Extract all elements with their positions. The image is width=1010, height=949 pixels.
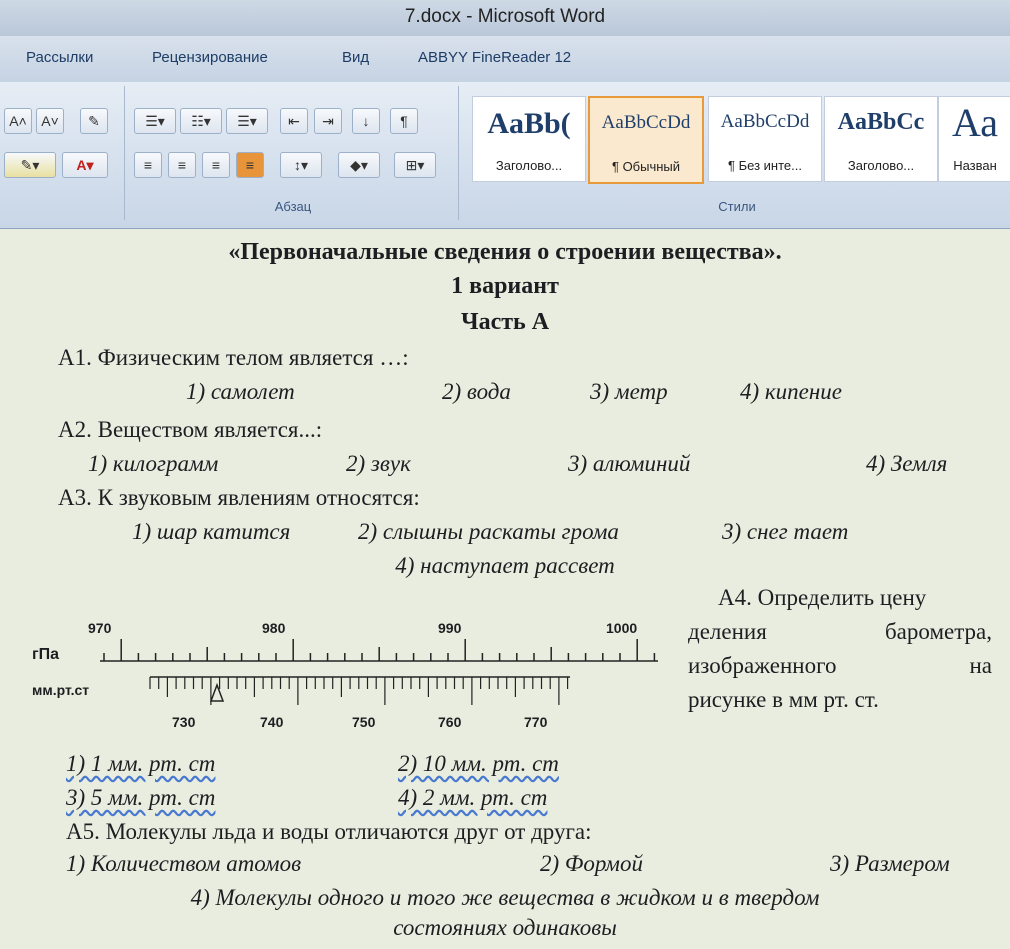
top-scale-label: 990 bbox=[438, 620, 462, 636]
shrink-font-icon[interactable]: A˅ bbox=[36, 108, 64, 134]
bottom-scale-label: 770 bbox=[524, 714, 548, 730]
top-unit-label: гПа bbox=[32, 646, 59, 663]
paragraph-group-label: Абзац bbox=[274, 199, 312, 214]
align-center-icon[interactable]: ≡ bbox=[168, 152, 196, 178]
bottom-scale-label: 760 bbox=[438, 714, 462, 730]
font-group: A˄ A˅ ✎ ✎▾ A▾ bbox=[0, 86, 125, 220]
bottom-scale-label: 740 bbox=[260, 714, 284, 730]
top-scale-label: 1000 bbox=[606, 620, 637, 636]
a5-option-1: 1) Количеством атомов bbox=[66, 851, 302, 876]
question-a1: А1. Физическим телом является …: bbox=[58, 345, 409, 370]
a4-option-2: 2) 10 мм. рт. ст bbox=[398, 751, 559, 776]
a4-option-4: 4) 2 мм. рт. ст bbox=[398, 785, 548, 810]
paragraph-group: ☰▾ ☷▾ ☰▾ ⇤ ⇥ ↓ ¶ ≡ ≡ ≡ ≡ ↕▾ ◆▾ ⊞▾ Абзац bbox=[128, 86, 459, 220]
pointer-arrow-icon bbox=[209, 682, 225, 702]
question-a4-line-2: деления барометра, bbox=[688, 619, 992, 644]
increase-indent-icon[interactable]: ⇥ bbox=[314, 108, 342, 134]
a3-option-2: 2) слышны раскаты грома bbox=[358, 519, 619, 544]
top-scale-label: 980 bbox=[262, 620, 286, 636]
tab-view[interactable]: Вид bbox=[342, 49, 369, 66]
a1-option-3: 3) метр bbox=[590, 379, 668, 404]
style-title[interactable]: Аа Назван bbox=[938, 96, 1010, 182]
grow-font-icon[interactable]: A˄ bbox=[4, 108, 32, 134]
multilevel-list-icon[interactable]: ☰▾ bbox=[226, 108, 268, 134]
a2-option-3: 3) алюминий bbox=[568, 451, 691, 476]
line-spacing-icon[interactable]: ↕▾ bbox=[280, 152, 322, 178]
question-a4-line-1: А4. Определить цену bbox=[718, 585, 927, 610]
a3-option-3: 3) снег тает bbox=[722, 519, 849, 544]
bottom-scale-label: 750 bbox=[352, 714, 376, 730]
question-a4-line-3: изображенного на bbox=[688, 653, 992, 678]
window-title-bar: 7.docx - Microsoft Word bbox=[0, 0, 1010, 36]
tab-abbyy-finereader[interactable]: ABBYY FineReader 12 bbox=[418, 49, 571, 66]
pilcrow-icon[interactable]: ¶ bbox=[390, 108, 418, 134]
document-title: «Первоначальные сведения о строении веще… bbox=[228, 239, 782, 265]
barometer-scale-figure: 970 980 990 1000 гПа мм.рт.ст 730 740 75… bbox=[32, 620, 658, 730]
style-name: ¶ Обычный bbox=[611, 159, 681, 174]
style-name: Заголово... bbox=[847, 158, 915, 173]
style-no-spacing[interactable]: AaBbCcDd ¶ Без инте... bbox=[708, 96, 822, 182]
a4-option-1: 1) 1 мм. рт. ст bbox=[66, 751, 216, 776]
ribbon-tabs: Рассылки Рецензирование Вид ABBYY FineRe… bbox=[0, 36, 1010, 83]
question-a3: А3. К звуковым явлениям относятся: bbox=[58, 485, 420, 510]
part-heading: Часть А bbox=[460, 309, 550, 335]
borders-icon[interactable]: ⊞▾ bbox=[394, 152, 436, 178]
numbering-icon[interactable]: ☷▾ bbox=[180, 108, 222, 134]
a5-option-4: 4) Молекулы одного и того же вещества в … bbox=[190, 885, 820, 910]
style-normal[interactable]: AaBbCcDd ¶ Обычный bbox=[588, 96, 704, 184]
bottom-unit-label: мм.рт.ст bbox=[32, 682, 89, 698]
align-left-icon[interactable]: ≡ bbox=[134, 152, 162, 178]
a2-option-2: 2) звук bbox=[346, 451, 411, 476]
justify-icon[interactable]: ≡ bbox=[236, 152, 264, 178]
a2-option-4: 4) Земля bbox=[866, 451, 948, 476]
a1-option-1: 1) самолет bbox=[186, 379, 295, 404]
a5-option-4-continued: состояниях одинаковы bbox=[393, 915, 617, 940]
style-preview: AaBb( bbox=[487, 107, 571, 140]
decrease-indent-icon[interactable]: ⇤ bbox=[280, 108, 308, 134]
hpa-ticks bbox=[103, 639, 656, 661]
a4-option-3: 3) 5 мм. рт. ст bbox=[66, 785, 216, 810]
top-scale-label: 970 bbox=[88, 620, 112, 636]
ribbon: A˄ A˅ ✎ ✎▾ A▾ ☰▾ ☷▾ ☰▾ ⇤ ⇥ ↓ ¶ ≡ ≡ ≡ ≡ ↕… bbox=[0, 82, 1010, 229]
a1-option-2: 2) вода bbox=[442, 379, 511, 404]
a5-option-2: 2) Формой bbox=[540, 851, 643, 876]
style-preview: Аа bbox=[951, 100, 999, 145]
a1-option-4: 4) кипение bbox=[740, 379, 842, 404]
document-page[interactable]: «Первоначальные сведения о строении веще… bbox=[0, 229, 1010, 949]
style-name: Заголово... bbox=[495, 158, 563, 173]
a2-option-1: 1) килограмм bbox=[88, 451, 219, 476]
style-preview: AaBbCcDd bbox=[720, 111, 810, 132]
align-right-icon[interactable]: ≡ bbox=[202, 152, 230, 178]
style-preview: AaBbCcDd bbox=[601, 112, 691, 133]
question-a4-line-4: рисунке в мм рт. ст. bbox=[688, 687, 879, 712]
styles-group-label: Стили bbox=[718, 199, 756, 214]
style-heading-2[interactable]: AaBbCc Заголово... bbox=[824, 96, 938, 182]
style-preview: AaBbCc bbox=[837, 109, 925, 135]
bullets-icon[interactable]: ☰▾ bbox=[134, 108, 176, 134]
highlight-icon[interactable]: ✎▾ bbox=[4, 152, 56, 178]
style-heading-1[interactable]: AaBb( Заголово... bbox=[472, 96, 586, 182]
styles-group: AaBb( Заголово... AaBbCcDd ¶ Обычный AaB… bbox=[464, 86, 1010, 220]
tab-review[interactable]: Рецензирование bbox=[152, 49, 268, 66]
tab-mailings[interactable]: Рассылки bbox=[26, 49, 93, 66]
style-name: Назван bbox=[953, 158, 997, 173]
font-color-icon[interactable]: A▾ bbox=[62, 152, 108, 178]
style-name: ¶ Без инте... bbox=[728, 158, 802, 173]
variant-heading: 1 вариант bbox=[451, 273, 559, 299]
window-title: 7.docx - Microsoft Word bbox=[404, 6, 606, 27]
a5-option-3: 3) Размером bbox=[830, 851, 950, 876]
clear-format-icon[interactable]: ✎ bbox=[80, 108, 108, 134]
bottom-scale-label: 730 bbox=[172, 714, 196, 730]
sort-icon[interactable]: ↓ bbox=[352, 108, 380, 134]
shading-icon[interactable]: ◆▾ bbox=[338, 152, 380, 178]
question-a2: А2. Веществом является...: bbox=[58, 417, 323, 442]
a3-option-1: 1) шар катится bbox=[132, 519, 291, 544]
a3-option-4: 4) наступает рассвет bbox=[395, 553, 615, 578]
question-a5: А5. Молекулы льда и воды отличаются друг… bbox=[66, 819, 592, 844]
